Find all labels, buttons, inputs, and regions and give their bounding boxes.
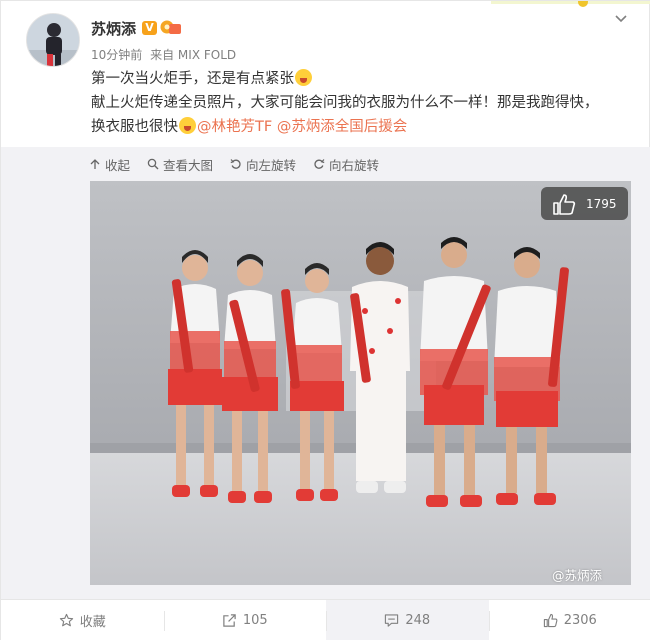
collapse-label: 收起: [105, 157, 131, 173]
collapse-icon: [90, 159, 100, 169]
comment-button[interactable]: 248: [326, 600, 489, 640]
mention-link[interactable]: @苏炳添全国后援会: [277, 119, 408, 135]
comment-count: 248: [405, 613, 431, 628]
mention-link[interactable]: @林艳芳TF: [197, 119, 272, 135]
post-time[interactable]: 10分钟前: [91, 48, 142, 62]
rotate-left-button[interactable]: 向左旋转: [230, 155, 296, 173]
post-text: 第一次当火炬手，还是有点紧张 献上火炬传递全员照片，大家可能会问我的衣服为什么不…: [91, 67, 631, 139]
avatar[interactable]: [26, 13, 80, 67]
post-line-3: 换衣服也很快 @林艳芳TF @苏炳添全国后援会: [91, 115, 631, 139]
author-name[interactable]: 苏炳添: [91, 18, 136, 39]
photo-like-count: 1795: [586, 196, 617, 211]
repost-button[interactable]: 105: [163, 600, 327, 640]
view-large-button[interactable]: 查看大图: [147, 155, 213, 173]
favorite-button[interactable]: 收藏: [1, 600, 164, 640]
tongue-emoji-icon: [295, 69, 312, 86]
view-large-label: 查看大图: [163, 157, 214, 173]
comment-icon: [385, 614, 399, 627]
post-photo[interactable]: 1795 @苏炳添: [90, 181, 631, 585]
search-icon: [147, 158, 159, 170]
rotate-left-label: 向左旋转: [246, 157, 297, 173]
post-meta: 10分钟前 来自 MIX FOLD: [91, 46, 236, 63]
repost-count: 105: [242, 613, 268, 628]
top-decoration: [491, 1, 650, 7]
verified-badge: V: [142, 21, 157, 35]
chevron-down-icon[interactable]: [611, 11, 631, 27]
laugh-emoji-icon: [179, 117, 196, 134]
post-source: 来自 MIX FOLD: [150, 48, 237, 62]
post-line-3-text: 换衣服也很快: [91, 119, 178, 135]
rotate-right-label: 向右旋转: [329, 157, 380, 173]
media-toolbar: 收起 查看大图 向左旋转 向右旋转: [89, 155, 379, 173]
post-line-1-text: 第一次当火炬手，还是有点紧张: [91, 71, 294, 87]
like-count: 2306: [563, 613, 597, 628]
photo-watermark: @苏炳添: [552, 568, 603, 583]
member-level-icon: [160, 20, 181, 34]
action-bar: 收藏 105 248 2306: [1, 599, 650, 640]
photo-like-button[interactable]: 1795: [541, 187, 628, 220]
thumb-up-icon: [553, 193, 576, 215]
post-line-2: 献上火炬传递全员照片，大家可能会问我的衣服为什么不一样！那是我跑得快，: [91, 95, 599, 111]
collapse-button[interactable]: 收起: [89, 155, 130, 173]
favorite-label: 收藏: [79, 615, 106, 630]
like-icon: [543, 613, 558, 628]
post-line-1: 第一次当火炬手，还是有点紧张: [91, 67, 631, 91]
torchbearers-photo: [90, 181, 631, 585]
rotate-right-button[interactable]: 向右旋转: [313, 155, 379, 173]
weibo-post-card: 苏炳添 V 10分钟前 来自 MIX FOLD 第一次当火炬手，还是有点紧张 献…: [0, 0, 650, 640]
rotate-right-icon: [314, 159, 325, 169]
rotate-left-icon: [230, 159, 241, 169]
media-area: 收起 查看大图 向左旋转 向右旋转 1795 @苏炳添: [1, 147, 650, 599]
repost-icon: [223, 614, 236, 627]
like-button[interactable]: 2306: [488, 600, 650, 640]
star-icon: [59, 613, 73, 627]
